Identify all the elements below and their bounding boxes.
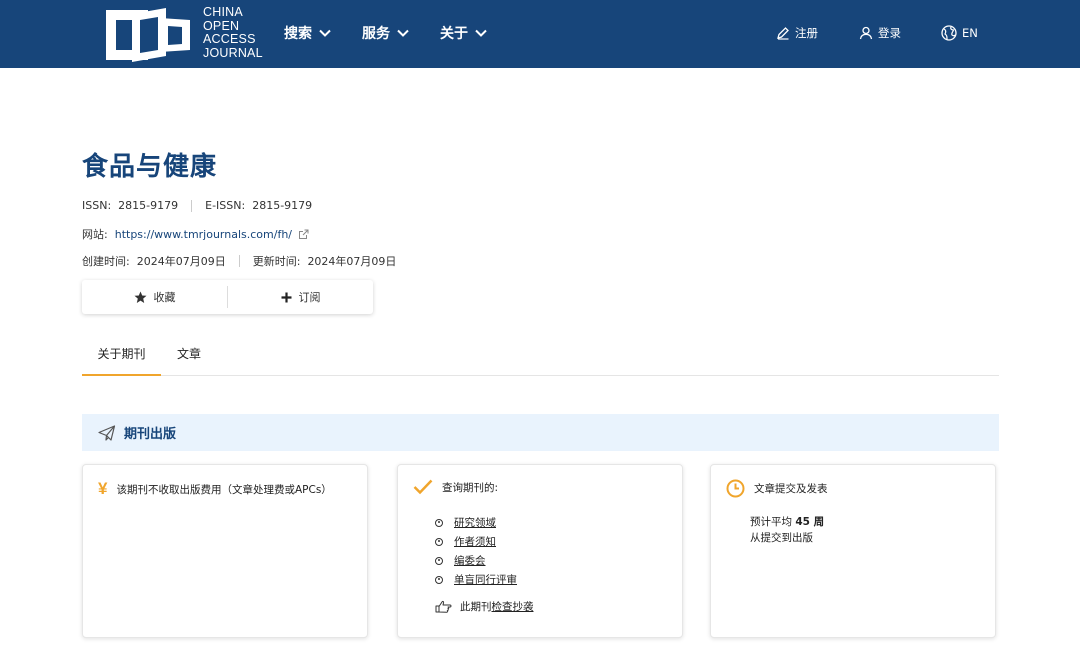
login-link[interactable]: 登录 <box>859 24 901 42</box>
timeline-heading: 文章提交及发表 <box>754 483 828 495</box>
favorite-button[interactable]: 收藏 <box>82 280 227 314</box>
nav-search-label: 搜索 <box>284 26 312 42</box>
list-item: 研究领域 <box>435 513 517 532</box>
chevron-down-icon <box>319 29 331 37</box>
fees-card: ¥ 该期刊不收取出版费用（文章处理费或APCs） <box>82 464 368 638</box>
logo-mark-icon <box>106 8 190 62</box>
site-logo[interactable]: CHINA OPEN ACCESS JOURNAL <box>104 5 264 62</box>
nav-about-menu[interactable]: 关于 <box>440 22 487 44</box>
fees-text: 该期刊不收取出版费用（文章处理费或APCs） <box>116 483 332 496</box>
subscribe-label: 订阅 <box>298 291 321 304</box>
query-card-header: 查询期刊的: <box>413 479 498 495</box>
updated-value: 2024年07月09日 <box>307 255 397 268</box>
editorial-board-link[interactable]: 编委会 <box>454 553 486 568</box>
query-links-list: 研究领域 作者须知 编委会 单盲同行评审 <box>435 513 517 589</box>
logo-line: JOURNAL <box>203 45 263 60</box>
yen-icon: ¥ <box>98 479 108 498</box>
pencil-icon <box>777 27 789 40</box>
website-label: 网站: <box>82 228 108 241</box>
timeline-line-1: 预计平均 45 周 <box>750 514 824 530</box>
journal-title: 食品与健康 <box>82 152 218 182</box>
list-item: 编委会 <box>435 551 517 570</box>
eissn-label: E-ISSN: <box>205 199 246 212</box>
bullet-icon <box>435 556 443 565</box>
divider <box>191 199 193 212</box>
register-label: 注册 <box>795 26 818 40</box>
user-icon <box>859 26 873 40</box>
globe-icon <box>941 25 957 41</box>
journal-actions: 收藏 订阅 <box>82 280 373 314</box>
divider <box>238 255 240 267</box>
tab-about-journal[interactable]: 关于期刊 <box>82 336 161 376</box>
created-label: 创建时间: <box>82 255 130 268</box>
logo-line: ACCESS <box>203 32 256 46</box>
tab-articles[interactable]: 文章 <box>177 336 201 376</box>
timeline-card: 文章提交及发表 预计平均 45 周 从提交到出版 <box>710 464 996 638</box>
fees-card-header: ¥ 该期刊不收取出版费用（文章处理费或APCs） <box>98 479 332 499</box>
star-icon <box>134 291 146 303</box>
journal-tabs: 关于期刊 文章 <box>82 336 999 376</box>
peer-review-link[interactable]: 单盲同行评审 <box>454 572 517 587</box>
issn-row: ISSN: 2815-9179 E-ISSN: 2815-9179 <box>82 199 312 212</box>
plagiarism-row: 此期刊 检查抄袭 <box>435 599 534 614</box>
list-item: 作者须知 <box>435 532 517 551</box>
timeline-prefix: 预计平均 <box>750 516 792 528</box>
clock-icon <box>726 479 745 498</box>
favorite-label: 收藏 <box>153 291 176 304</box>
language-label: EN <box>962 26 978 40</box>
plagiarism-prefix: 此期刊 <box>460 601 492 613</box>
eissn-value: 2815-9179 <box>252 199 313 212</box>
website-link[interactable]: https://www.tmrjournals.com/fh/ <box>115 228 292 241</box>
register-link[interactable]: 注册 <box>776 24 818 42</box>
pointing-hand-icon <box>435 600 452 613</box>
nav-about-label: 关于 <box>440 26 468 42</box>
bullet-icon <box>435 575 443 584</box>
research-fields-link[interactable]: 研究领域 <box>454 515 496 530</box>
checkmark-icon <box>413 479 433 495</box>
bullet-icon <box>435 518 443 527</box>
timeline-weeks: 45 周 <box>795 516 825 528</box>
logo-line: OPEN <box>203 18 240 33</box>
language-switch[interactable]: EN <box>941 24 978 42</box>
list-item: 单盲同行评审 <box>435 570 517 589</box>
login-label: 登录 <box>878 26 901 40</box>
subscribe-button[interactable]: 订阅 <box>228 280 373 314</box>
query-card: 查询期刊的: 研究领域 作者须知 编委会 单盲同行评审 此期刊 检查抄袭 <box>397 464 683 638</box>
nav-service-menu[interactable]: 服务 <box>362 22 409 44</box>
issn-value: 2815-9179 <box>118 199 179 212</box>
plus-icon <box>281 292 291 302</box>
section-banner: 期刊出版 <box>82 414 999 451</box>
timeline-info: 预计平均 45 周 从提交到出版 <box>750 514 824 546</box>
logo-wordmark: CHINA OPEN ACCESS JOURNAL <box>203 5 263 60</box>
website-row: 网站: https://www.tmrjournals.com/fh/ <box>82 226 309 242</box>
nav-service-label: 服务 <box>362 26 390 42</box>
top-navigation-bar: CHINA OPEN ACCESS JOURNAL 搜索 服务 关于 注册 登录… <box>0 0 1080 68</box>
nav-search-menu[interactable]: 搜索 <box>284 22 331 44</box>
timeline-card-header: 文章提交及发表 <box>726 479 828 498</box>
author-guidelines-link[interactable]: 作者须知 <box>454 534 496 549</box>
timeline-line-2: 从提交到出版 <box>750 532 813 544</box>
created-value: 2024年07月09日 <box>136 255 226 268</box>
paper-plane-icon <box>98 424 116 441</box>
plagiarism-check-link[interactable]: 检查抄袭 <box>492 599 534 614</box>
query-heading: 查询期刊的: <box>442 481 499 494</box>
chevron-down-icon <box>475 29 487 37</box>
bullet-icon <box>435 537 443 546</box>
chevron-down-icon <box>397 29 409 37</box>
section-title: 期刊出版 <box>124 427 177 442</box>
external-link-icon[interactable] <box>298 229 309 240</box>
updated-label: 更新时间: <box>252 255 301 268</box>
dates-row: 创建时间: 2024年07月09日 更新时间: 2024年07月09日 <box>82 253 396 269</box>
issn-label: ISSN: <box>82 199 112 212</box>
logo-line: CHINA <box>203 5 243 19</box>
